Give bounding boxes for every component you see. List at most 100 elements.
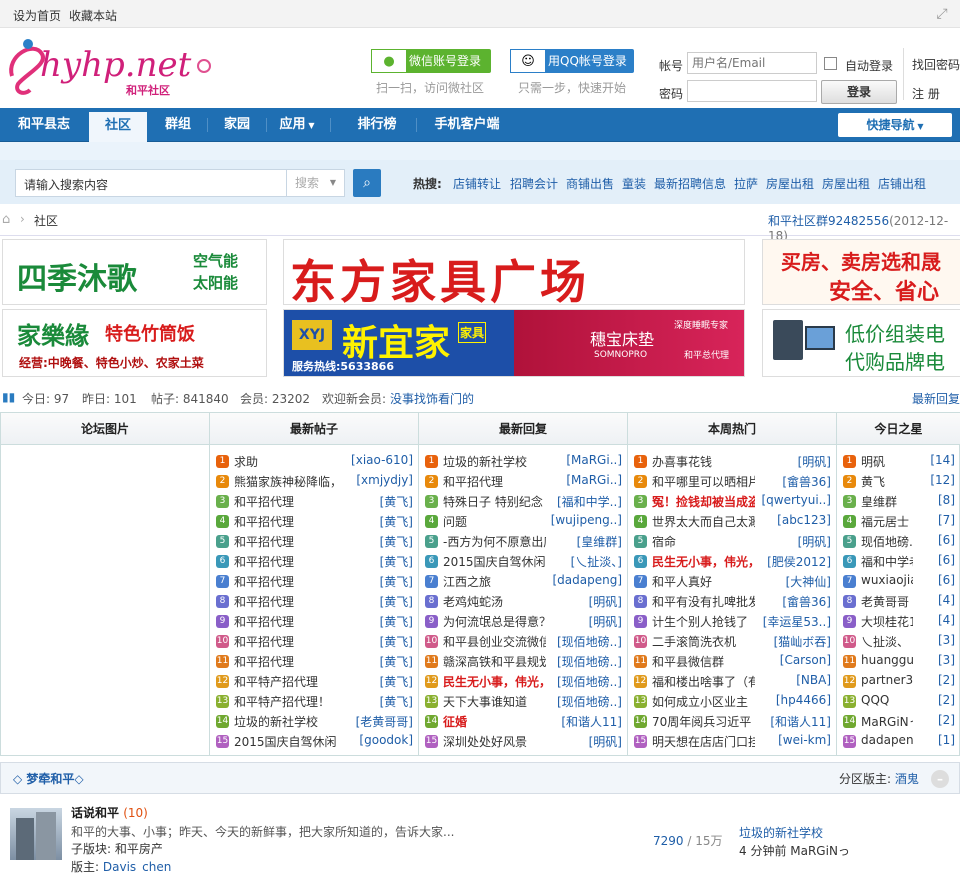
star-member-name[interactable]: huangguoyi0 bbox=[861, 653, 913, 667]
thread-author[interactable]: [Carson] bbox=[757, 653, 831, 667]
thread-author[interactable]: [MaRGi..] bbox=[548, 473, 622, 487]
thread-author[interactable]: [猫屾ボ吞] bbox=[757, 633, 831, 650]
hot-search-item[interactable]: 房屋出租 bbox=[822, 175, 870, 192]
search-input[interactable]: 请输入搜索内容 bbox=[15, 169, 287, 197]
nav-item-apps[interactable]: 应用 ▼ bbox=[272, 108, 322, 142]
latest-reply-link[interactable]: 最新回复 bbox=[912, 390, 960, 407]
thread-title[interactable]: 和平招代理 bbox=[234, 513, 337, 530]
thread-row[interactable]: 6 民生无小事，伟光， [肥侯2012] bbox=[632, 551, 833, 571]
thread-author[interactable]: [dadapeng] bbox=[548, 573, 622, 587]
star-member-row[interactable]: 3 皇维群 [8] bbox=[841, 491, 957, 511]
thread-row[interactable]: 12 和平特产招代理 [黄飞] bbox=[214, 671, 415, 691]
thread-title[interactable]: 垃圾的新社学校 bbox=[234, 713, 337, 730]
star-member-name[interactable]: 黄飞 bbox=[861, 473, 913, 490]
thread-title[interactable]: 计生个别人抢钱了 bbox=[652, 613, 755, 630]
thread-row[interactable]: 15 明天想在店店门口挂面[wei-km] bbox=[632, 731, 833, 751]
thread-row[interactable]: 2 和平哪里可以晒相片，[畲兽36] bbox=[632, 471, 833, 491]
thread-title[interactable]: 民生无小事，伟光， bbox=[652, 553, 755, 570]
home-icon[interactable]: ⌂ bbox=[2, 213, 16, 227]
star-member-name[interactable]: dadapeng bbox=[861, 733, 913, 747]
thread-author[interactable]: [和谐人11] bbox=[548, 713, 622, 730]
thread-row[interactable]: 5 -西方为何不原意出席 [皇维群] bbox=[423, 531, 624, 551]
star-member-row[interactable]: 6 福和中学老师 [6] bbox=[841, 551, 957, 571]
thread-title[interactable]: 70周年阅兵习近平 bbox=[652, 713, 755, 730]
thread-row[interactable]: 13 如何成立小区业主 [hp4466] bbox=[632, 691, 833, 711]
thread-row[interactable]: 8 和平有没有扎啤批发？[畲兽36] bbox=[632, 591, 833, 611]
thread-author[interactable]: [abc123] bbox=[757, 513, 831, 527]
thread-author[interactable]: [现佰地磅..] bbox=[548, 693, 622, 710]
star-member-name[interactable]: wuxiaojian bbox=[861, 573, 913, 587]
thread-author[interactable]: [明矾] bbox=[757, 533, 831, 550]
thread-title[interactable]: 和平特产招代理 bbox=[234, 673, 337, 690]
ad-banner-jialeyuan[interactable]: 家樂緣 特色竹筒饭 经营:中晚餐、特色小炒、农家土菜 bbox=[2, 309, 267, 377]
ad-banner-computers[interactable]: 低价组装电 代购品牌电 bbox=[762, 309, 960, 377]
thread-author[interactable]: [xiao-610] bbox=[339, 453, 413, 467]
thread-author[interactable]: [wei-km] bbox=[757, 733, 831, 747]
nav-item-rankings[interactable]: 排行榜 bbox=[344, 108, 410, 142]
hot-search-item[interactable]: 最新招聘信息 bbox=[654, 175, 726, 192]
thread-row[interactable]: 3 特殊日子 特别纪念 [福和中学..] bbox=[423, 491, 624, 511]
autologin-checkbox[interactable] bbox=[824, 57, 837, 70]
star-member-row[interactable]: 12 partner33140 [2] bbox=[841, 671, 957, 691]
thread-author[interactable]: [wujipeng..] bbox=[548, 513, 622, 527]
find-password-link[interactable]: 找回密码 bbox=[912, 56, 960, 73]
thread-title[interactable]: 特殊日子 特别纪念 bbox=[443, 493, 546, 510]
star-member-name[interactable]: 福和中学老师 bbox=[861, 553, 913, 570]
ad-banner-realestate[interactable]: 买房、卖房选和晟 安全、省心 bbox=[762, 239, 960, 305]
thread-author[interactable]: [黄飞] bbox=[339, 653, 413, 670]
wechat-login-button[interactable]: ● 微信账号登录 bbox=[371, 49, 491, 73]
thread-author[interactable]: [畲兽36] bbox=[757, 473, 831, 490]
thread-row[interactable]: 12 福和楼出啥事了（有图有[NBA] bbox=[632, 671, 833, 691]
thread-title[interactable]: 征婚 bbox=[443, 713, 546, 730]
thread-author[interactable]: [黄飞] bbox=[339, 693, 413, 710]
thread-row[interactable]: 14 70周年阅兵习近平 [和谐人11] bbox=[632, 711, 833, 731]
thread-author[interactable]: [大神仙] bbox=[757, 573, 831, 590]
nav-item-groups[interactable]: 群组 bbox=[153, 108, 203, 142]
set-homepage-link[interactable]: 设为首页 bbox=[13, 7, 61, 24]
thread-title[interactable]: 和平招代理 bbox=[234, 593, 337, 610]
hot-search-item[interactable]: 拉萨 bbox=[734, 175, 758, 192]
thread-title[interactable]: 和平招代理 bbox=[234, 613, 337, 630]
star-member-row[interactable]: 2 黄飞 [12] bbox=[841, 471, 957, 491]
star-member-row[interactable]: 15 dadapeng [1] bbox=[841, 731, 957, 751]
thread-title[interactable]: 为何流氓总是得意？ bbox=[443, 613, 546, 630]
star-member-name[interactable]: 大坝桂花1 bbox=[861, 613, 913, 630]
thread-title[interactable]: 2015国庆自驾休闲游 bbox=[443, 553, 546, 570]
forum-name[interactable]: 话说和平 (10) bbox=[71, 804, 148, 821]
thread-author[interactable]: [hp4466] bbox=[757, 693, 831, 707]
quick-nav-button[interactable]: 快捷导航 ▼ bbox=[838, 113, 952, 137]
star-member-row[interactable]: 9 大坝桂花1 [4] bbox=[841, 611, 957, 631]
thread-row[interactable]: 7 和平人真好 [大神仙] bbox=[632, 571, 833, 591]
hot-search-item[interactable]: 店铺出租 bbox=[878, 175, 926, 192]
category-title[interactable]: ◇ 梦牵和平◇ bbox=[13, 770, 84, 787]
moderator-link[interactable]: 酒鬼 bbox=[895, 772, 919, 786]
thread-row[interactable]: 10 和平招代理 [黄飞] bbox=[214, 631, 415, 651]
account-input[interactable] bbox=[687, 52, 817, 74]
thread-row[interactable]: 4 世界太大而自己太渺 [abc123] bbox=[632, 511, 833, 531]
thread-author[interactable]: [明矾] bbox=[548, 733, 622, 750]
thread-author[interactable]: [MaRGi..] bbox=[548, 453, 622, 467]
star-member-row[interactable]: 10 乀扯淡、 [3] bbox=[841, 631, 957, 651]
thread-title[interactable]: 和平有没有扎啤批发？ bbox=[652, 593, 755, 610]
thread-row[interactable]: 4 问题 [wujipeng..] bbox=[423, 511, 624, 531]
thread-author[interactable]: [现佰地磅..] bbox=[548, 653, 622, 670]
qq-login-button[interactable]: ☺ 用QQ帐号登录 bbox=[510, 49, 634, 73]
thread-title[interactable]: 和平人真好 bbox=[652, 573, 755, 590]
thread-row[interactable]: 1 办喜事花钱 [明矾] bbox=[632, 451, 833, 471]
nav-item-county-annals[interactable]: 和平县志 bbox=[8, 108, 80, 142]
thread-row[interactable]: 8 老鸡炖蛇汤 [明矾] bbox=[423, 591, 624, 611]
thread-row[interactable]: 12 民生无小事，伟光， [现佰地磅..] bbox=[423, 671, 624, 691]
thread-row[interactable]: 8 和平招代理 [黄飞] bbox=[214, 591, 415, 611]
star-member-name[interactable]: 福元居士 bbox=[861, 513, 913, 530]
thread-author[interactable]: [皇维群] bbox=[548, 533, 622, 550]
thread-author[interactable]: [老黄哥哥] bbox=[339, 713, 413, 730]
thread-title[interactable]: 和平县微信群 bbox=[652, 653, 755, 670]
thread-row[interactable]: 7 江西之旅 [dadapeng] bbox=[423, 571, 624, 591]
thread-title[interactable]: -西方为何不原意出席 bbox=[443, 533, 546, 550]
thread-author[interactable]: [qwertyui..] bbox=[757, 493, 832, 507]
thread-title[interactable]: 垃圾的新社学校 bbox=[443, 453, 546, 470]
hot-search-item[interactable]: 店铺转让 bbox=[453, 175, 501, 192]
star-member-row[interactable]: 1 明矾 [14] bbox=[841, 451, 957, 471]
thread-row[interactable]: 2 熊猫家族神秘降临，带[xmjydjy] bbox=[214, 471, 415, 491]
thread-author[interactable]: [明矾] bbox=[548, 613, 622, 630]
